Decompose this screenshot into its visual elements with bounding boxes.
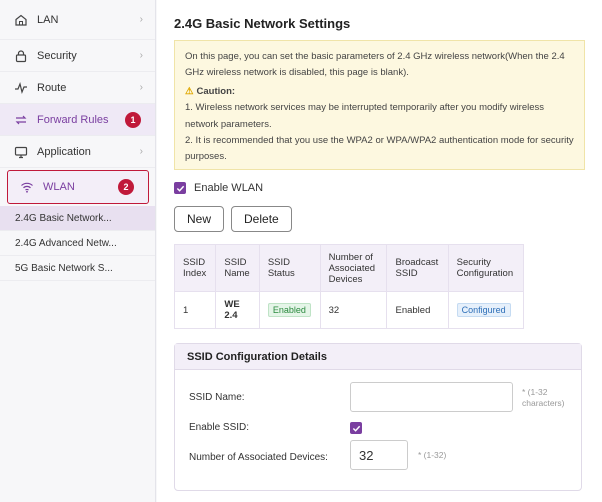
chevron-right-icon: › [139, 146, 143, 157]
page-title: 2.4G Basic Network Settings [174, 16, 351, 31]
sidebar-item-security[interactable]: Security › [0, 40, 155, 72]
home-icon [14, 13, 28, 27]
forward-arrows-icon [14, 113, 28, 127]
ssid-status-cell: Enabled [258, 291, 321, 329]
wifi-icon [20, 180, 34, 194]
warning-icon: ⚠ [185, 85, 194, 97]
sidebar-item-label: LAN [37, 13, 59, 26]
chevron-right-icon: › [139, 82, 143, 93]
column-header: SSID Index [173, 244, 217, 292]
route-icon [14, 81, 28, 95]
caution-line-1: 1. Wireless network services may be inte… [185, 102, 545, 130]
info-notice: On this page, you can set the basic para… [174, 40, 585, 170]
sidebar-item-label: Application [37, 145, 91, 158]
enable-ssid-checkbox[interactable] [350, 422, 362, 434]
column-header: SSID Name [215, 244, 260, 292]
lock-icon [14, 49, 28, 63]
panel-title: SSID Configuration Details [175, 344, 581, 370]
sidebar-item-application[interactable]: Application › [0, 136, 155, 168]
ssid-name-hint: * (1-32 characters) [522, 387, 565, 408]
sidebar-item-lan[interactable]: LAN › [0, 0, 155, 40]
devices-label: Number of Associated Devices: [189, 452, 328, 463]
sidebar-item-label: Forward Rules [37, 113, 109, 126]
main-content: 2.4G Basic Network Settings On this page… [157, 0, 602, 502]
step-badge: 2 [118, 179, 134, 195]
devices-hint: * (1-32) [418, 450, 447, 460]
sidebar-subitem-24g-basic[interactable]: 2.4G Basic Network... [0, 206, 155, 231]
column-header: Security Configuration [447, 244, 525, 292]
devices-input[interactable]: 32 [350, 440, 408, 470]
table-header-row: SSID Index SSID Name SSID Status Number … [173, 244, 525, 292]
ssid-table: SSID Index SSID Name SSID Status Number … [173, 244, 525, 329]
column-header: Number of Associated Devices [319, 244, 388, 292]
security-badge[interactable]: Configured [456, 302, 511, 317]
sidebar-item-label: WLAN [43, 181, 75, 193]
ssid-index-cell: 1 [173, 291, 217, 329]
checkmark-icon [352, 425, 360, 432]
chevron-right-icon: › [139, 14, 143, 25]
chevron-right-icon: › [139, 50, 143, 61]
ssid-name-label: SSID Name: [189, 392, 245, 403]
sidebar-subitem-5g-basic[interactable]: 5G Basic Network S... [0, 256, 155, 281]
monitor-icon [14, 145, 28, 159]
delete-button[interactable]: Delete [231, 206, 292, 232]
sidebar-item-label: Route [37, 81, 67, 94]
sidebar-item-route[interactable]: Route › [0, 72, 155, 104]
enable-ssid-label: Enable SSID: [189, 422, 250, 433]
sidebar: LAN › Security › Route › Forward Rules 1… [0, 0, 156, 502]
caution-heading: ⚠ Caution: [185, 84, 574, 100]
notice-intro: On this page, you can set the basic para… [185, 51, 565, 79]
enable-wlan-label: Enable WLAN [194, 182, 264, 194]
table-row[interactable]: 1 WE 2.4 Enabled 32 Enabled Configured [173, 291, 525, 329]
action-buttons: New Delete [174, 206, 585, 232]
sidebar-subitem-24g-advanced[interactable]: 2.4G Advanced Netw... [0, 231, 155, 256]
column-header: Broadcast SSID [386, 244, 449, 292]
step-badge: 1 [125, 111, 141, 128]
security-cell: Configured [447, 291, 525, 329]
caution-line-2: 2. It is recommended that you use the WP… [185, 135, 574, 163]
column-header: SSID Status [258, 244, 321, 292]
checkmark-icon [176, 185, 184, 192]
devices-cell: 32 [319, 291, 388, 329]
sidebar-item-label: Security [37, 49, 77, 62]
status-badge: Enabled [267, 302, 311, 317]
sidebar-item-wlan[interactable]: WLAN 2 [7, 170, 149, 204]
new-button[interactable]: New [174, 206, 225, 232]
broadcast-cell: Enabled [386, 291, 449, 329]
caution-title: Caution: [196, 85, 236, 97]
ssid-config-panel: SSID Configuration Details SSID Name: * … [174, 343, 582, 491]
sidebar-item-forward-rules[interactable]: Forward Rules 1 [0, 104, 155, 136]
ssid-name-cell: WE 2.4 [215, 291, 260, 329]
enable-wlan-checkbox[interactable] [174, 182, 186, 194]
enable-wlan-row: Enable WLAN [174, 180, 585, 196]
ssid-name-input[interactable] [350, 382, 513, 412]
